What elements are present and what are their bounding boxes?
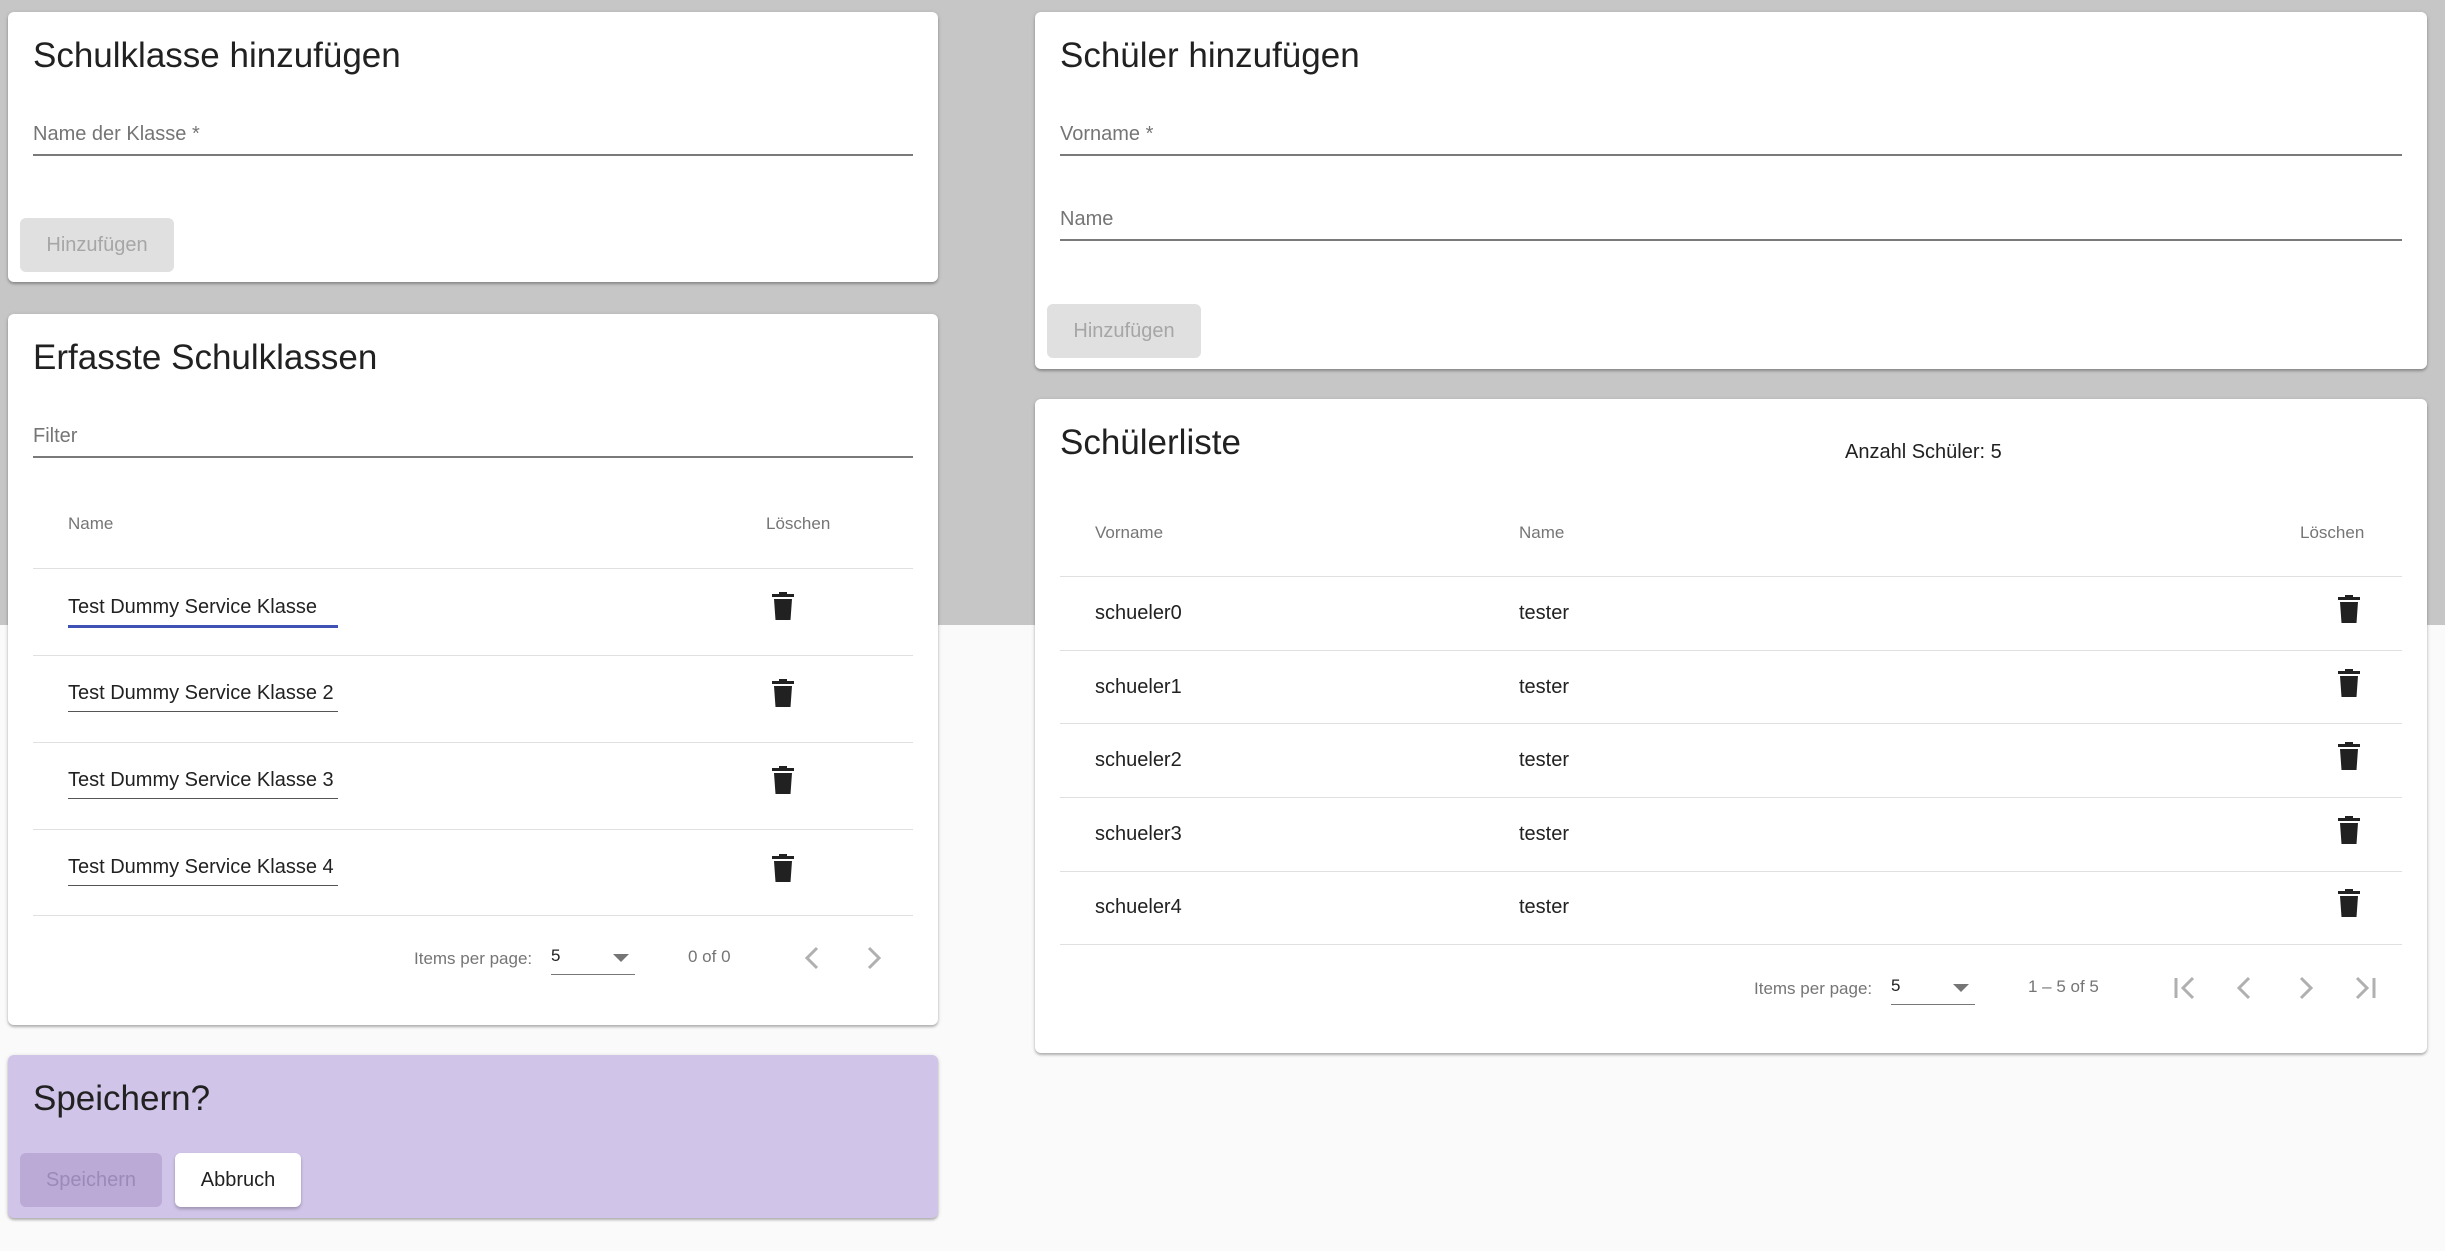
class-name-placeholder: Name der Klasse *: [33, 123, 200, 145]
cancel-button[interactable]: Abbruch: [175, 1153, 301, 1207]
class-row-divider: [33, 742, 913, 743]
class-name-input[interactable]: Test Dummy Service Klasse 2: [68, 682, 338, 712]
trash-icon[interactable]: [2338, 742, 2360, 770]
class-header-divider: [33, 568, 913, 569]
student-col-firstname-header: Vorname: [1095, 523, 1164, 542]
class-page-range: 0 of 0: [688, 947, 731, 966]
student-items-per-page-label: Items per page:: [1754, 979, 1873, 998]
student-page-range: 1 – 5 of 5: [2028, 977, 2099, 996]
add-class-card: Schulklasse hinzufügen Name der Klasse *…: [8, 12, 938, 282]
class-col-delete-header: Löschen: [766, 514, 831, 533]
class-page-size-select[interactable]: 5: [551, 942, 635, 975]
class-name-field[interactable]: Name der Klasse *: [33, 114, 913, 156]
student-firstname-cell: schueler1: [1095, 676, 1182, 698]
student-name-placeholder: Name: [1060, 208, 1114, 230]
class-filter-field[interactable]: Filter: [33, 416, 913, 458]
class-list-title: Erfasste Schulklassen: [33, 338, 378, 377]
trash-icon[interactable]: [772, 592, 794, 620]
add-student-title: Schüler hinzufügen: [1060, 36, 1360, 75]
dropdown-arrow-icon: [1953, 984, 1969, 992]
first-name-field[interactable]: Vorname *: [1060, 114, 2402, 156]
trash-icon[interactable]: [2338, 595, 2360, 623]
class-col-name-header: Name: [68, 514, 114, 533]
trash-icon[interactable]: [2338, 816, 2360, 844]
chevron-right-icon[interactable]: [853, 938, 893, 978]
student-name-cell: tester: [1519, 749, 1570, 771]
student-row-divider: [1060, 797, 2402, 798]
class-row-divider: [33, 655, 913, 656]
save-button[interactable]: Speichern: [20, 1153, 162, 1207]
student-page-size-value: 5: [1891, 976, 1901, 995]
student-list-title: Schülerliste: [1060, 423, 1241, 462]
student-row-divider: [1060, 723, 2402, 724]
add-student-card: Schüler hinzufügen Vorname * Name Hinzuf…: [1035, 12, 2427, 369]
student-name-cell: tester: [1519, 896, 1570, 918]
first-name-placeholder: Vorname *: [1060, 123, 1154, 145]
trash-icon[interactable]: [2338, 669, 2360, 697]
student-row-divider: [1060, 650, 2402, 651]
add-student-button[interactable]: Hinzufügen: [1047, 304, 1201, 358]
class-row-divider: [33, 829, 913, 830]
chevron-right-icon[interactable]: [2285, 968, 2325, 1008]
student-col-name-header: Name: [1519, 523, 1565, 542]
student-name-field[interactable]: Name: [1060, 199, 2402, 241]
student-firstname-cell: schueler2: [1095, 749, 1182, 771]
chevron-left-icon[interactable]: [793, 938, 833, 978]
first-page-icon[interactable]: [2165, 968, 2205, 1008]
add-class-button[interactable]: Hinzufügen: [20, 218, 174, 272]
trash-icon[interactable]: [772, 679, 794, 707]
student-name-cell: tester: [1519, 823, 1570, 845]
trash-icon[interactable]: [772, 766, 794, 794]
student-firstname-cell: schueler3: [1095, 823, 1182, 845]
add-class-title: Schulklasse hinzufügen: [33, 36, 401, 75]
student-name-cell: tester: [1519, 676, 1570, 698]
class-row-divider: [33, 915, 913, 916]
dropdown-arrow-icon: [613, 954, 629, 962]
student-row-divider: [1060, 944, 2402, 945]
class-name-input[interactable]: Test Dummy Service Klasse 3: [68, 769, 338, 799]
student-col-delete-header: Löschen: [2300, 523, 2365, 542]
save-title: Speichern?: [33, 1079, 211, 1118]
trash-icon[interactable]: [2338, 889, 2360, 917]
student-page-size-select[interactable]: 5: [1891, 972, 1975, 1005]
last-page-icon[interactable]: [2345, 968, 2385, 1008]
student-count: Anzahl Schüler: 5: [1845, 441, 2002, 463]
student-firstname-cell: schueler0: [1095, 602, 1182, 624]
class-name-input[interactable]: Test Dummy Service Klasse 4: [68, 856, 338, 886]
save-card: Speichern? Speichern Abbruch: [8, 1055, 938, 1218]
student-firstname-cell: schueler4: [1095, 896, 1182, 918]
class-list-card: Erfasste Schulklassen Filter Name Lösche…: [8, 314, 938, 1025]
student-row-divider: [1060, 871, 2402, 872]
class-name-input[interactable]: Test Dummy Service Klasse: [68, 596, 338, 628]
student-name-cell: tester: [1519, 602, 1570, 624]
class-items-per-page-label: Items per page:: [414, 949, 533, 968]
class-page-size-value: 5: [551, 946, 561, 965]
chevron-left-icon[interactable]: [2225, 968, 2265, 1008]
student-list-card: Schülerliste Anzahl Schüler: 5 Vorname N…: [1035, 399, 2427, 1053]
class-filter-placeholder: Filter: [33, 425, 78, 447]
student-header-divider: [1060, 576, 2402, 577]
trash-icon[interactable]: [772, 854, 794, 882]
